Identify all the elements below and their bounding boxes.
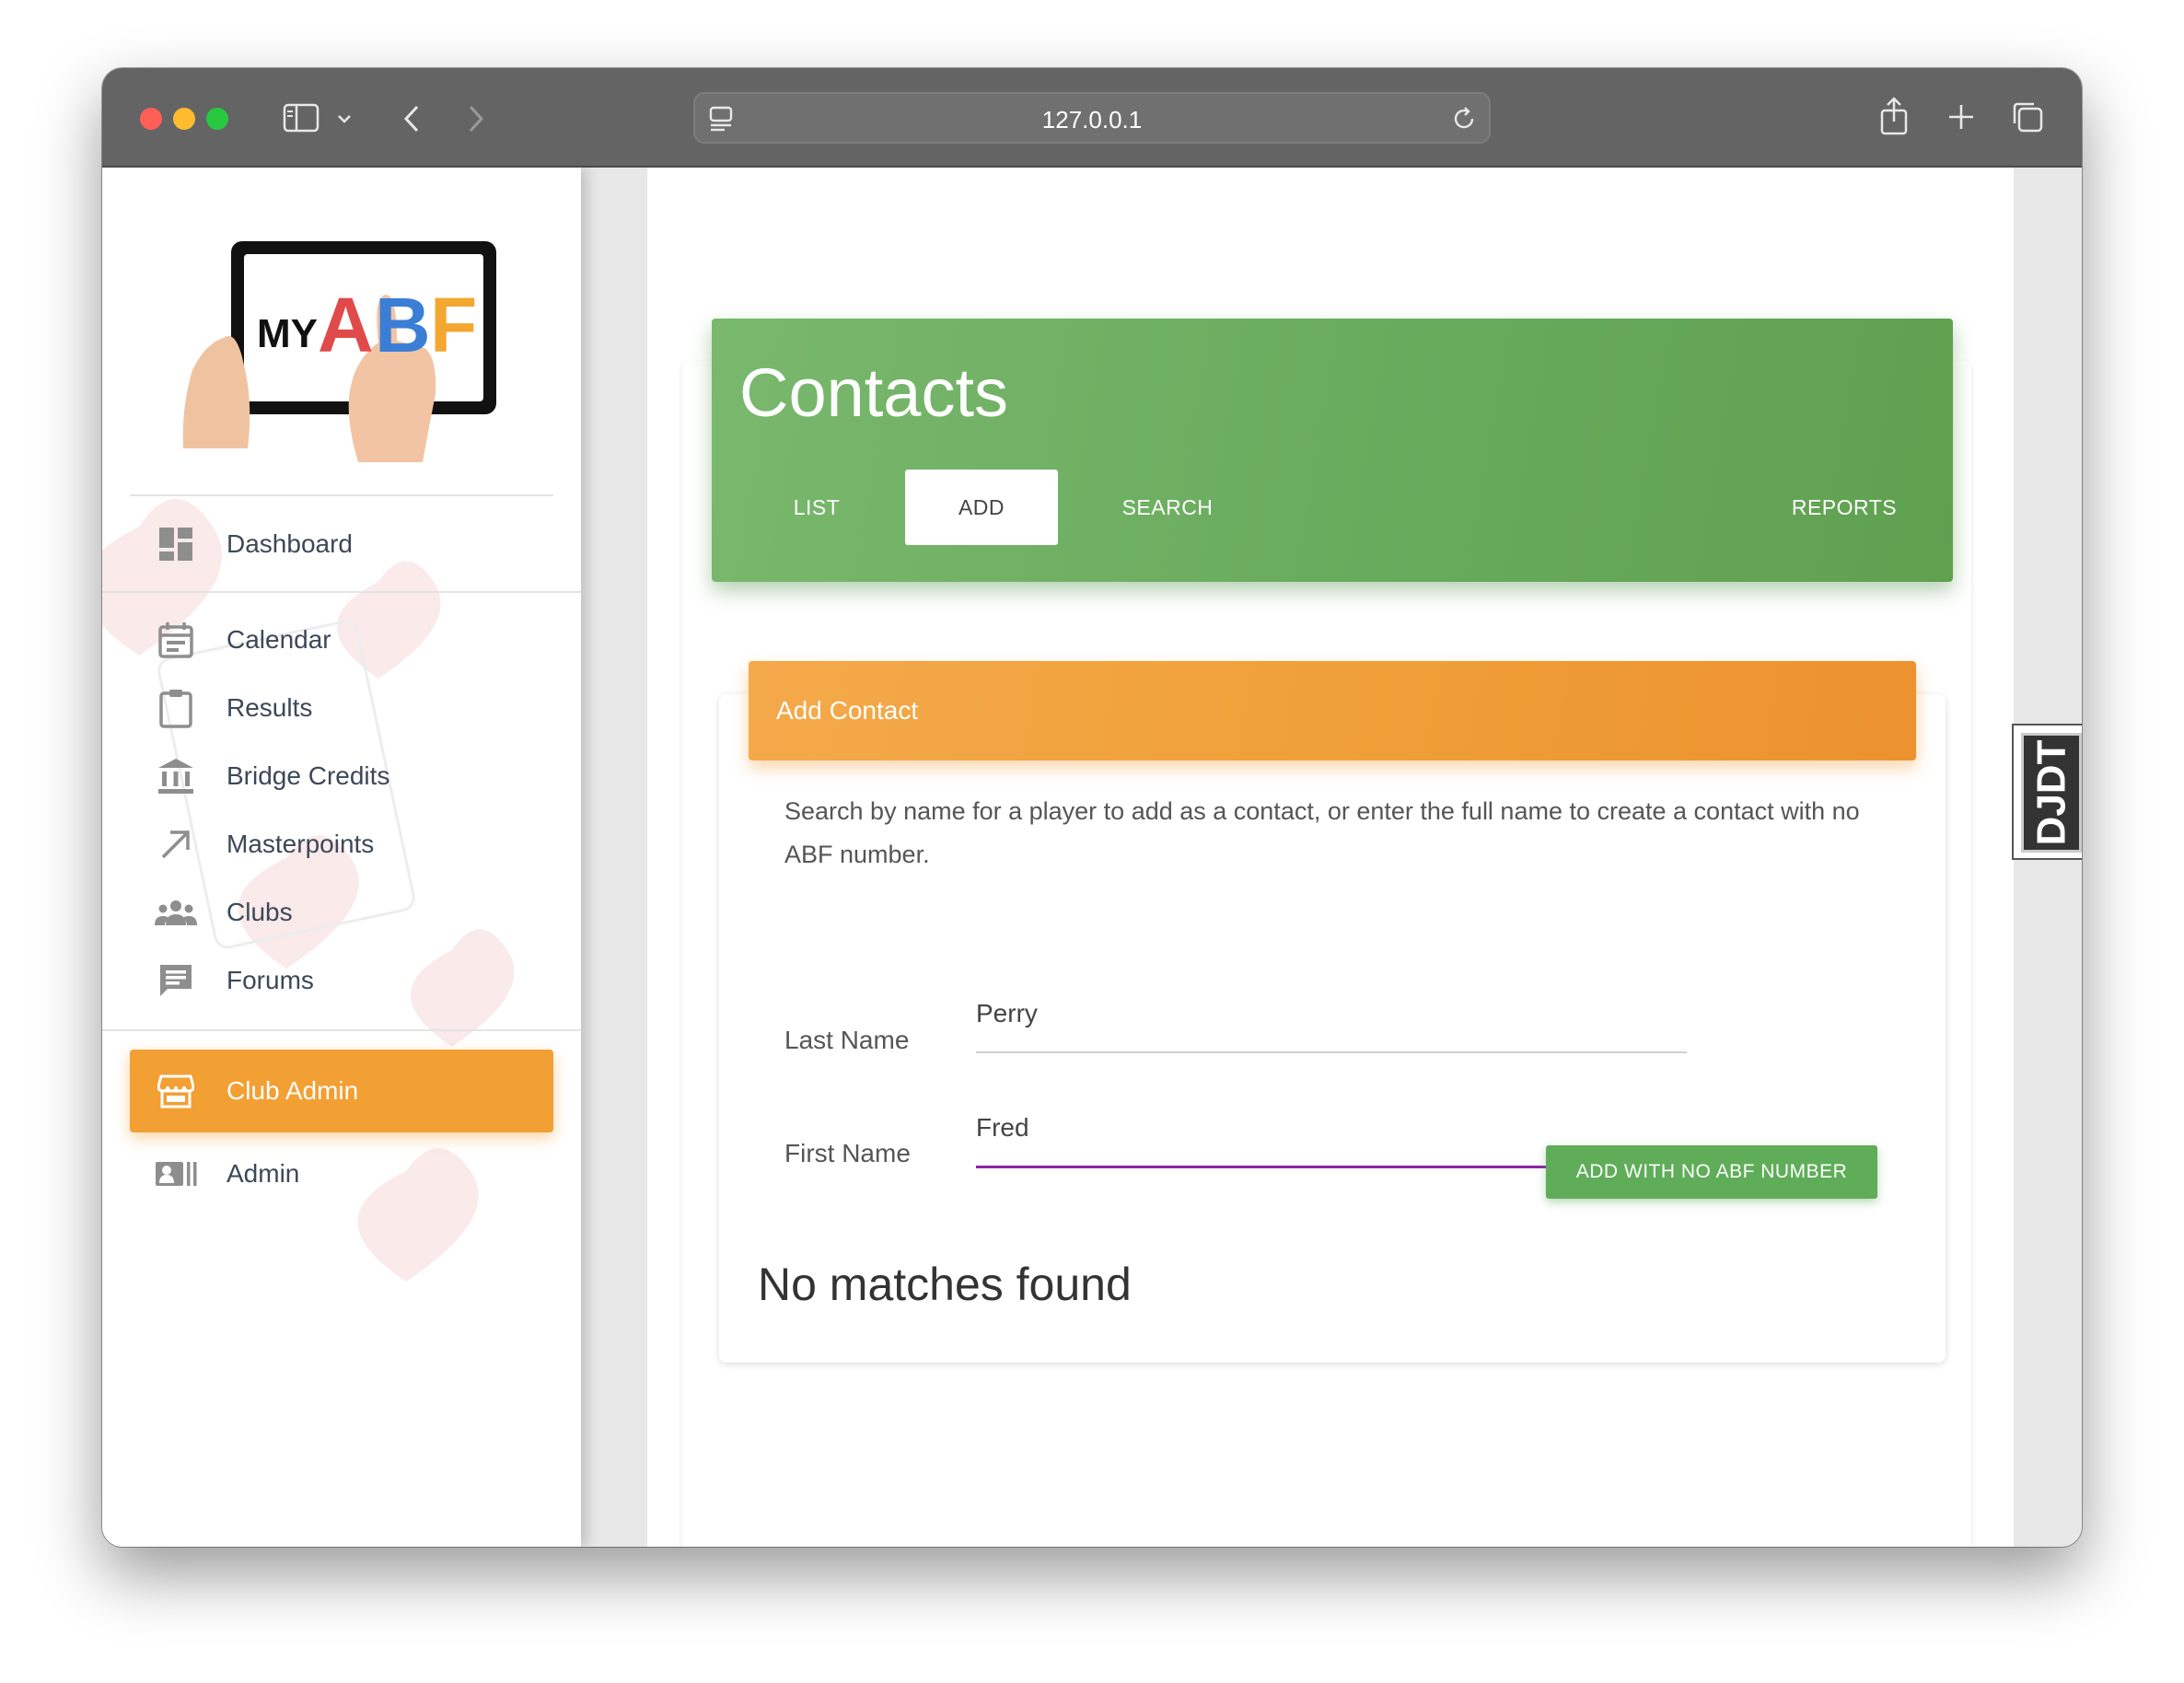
sidebar-item-label: Admin [227, 1159, 300, 1188]
clipboard-icon [153, 685, 199, 731]
page-title: Contacts [739, 354, 1009, 431]
sidebar-item-label: Clubs [227, 898, 293, 926]
close-window-button[interactable] [140, 108, 162, 130]
share-icon[interactable] [1877, 96, 1911, 136]
tab-overview-icon[interactable] [2010, 99, 2045, 134]
logo-my-text: MY [257, 311, 318, 356]
logo-abf-f: F [430, 282, 477, 368]
sidebar-item-dashboard[interactable]: Dashboard [130, 503, 553, 586]
id-card-icon [153, 1151, 199, 1197]
reload-icon[interactable] [1450, 105, 1478, 133]
sidebar: MY A B F Dashboard Calendar Results Brid… [102, 168, 581, 1547]
djdt-label: DJDT [2028, 739, 2074, 846]
sidebar-item-label: Bridge Credits [227, 761, 390, 790]
dashboard-icon [153, 521, 199, 567]
sidebar-item-admin[interactable]: Admin [130, 1132, 553, 1215]
chat-icon [153, 958, 199, 1004]
group-icon [153, 889, 199, 935]
no-matches-message: No matches found [758, 1259, 1132, 1310]
sidebar-separator [102, 591, 581, 593]
address-bar[interactable]: 127.0.0.1 [693, 92, 1491, 144]
new-tab-icon[interactable] [1946, 101, 1977, 133]
last-name-underline [976, 1051, 1687, 1053]
calendar-icon [153, 617, 199, 663]
zoom-window-button[interactable] [206, 108, 228, 130]
form-description: Search by name for a player to add as a … [784, 797, 1860, 868]
trending-arrow-icon [153, 821, 199, 867]
sidebar-item-label: Club Admin [227, 1076, 359, 1105]
django-debug-toolbar-handle[interactable]: DJDT [2012, 724, 2082, 860]
djdt-badge: DJDT [2021, 733, 2082, 853]
sidebar-item-label: Dashboard [227, 529, 353, 558]
sidebar-item-club-admin[interactable]: Club Admin [130, 1050, 553, 1132]
add-with-no-abf-number-button[interactable]: ADD WITH NO ABF NUMBER [1546, 1145, 1877, 1199]
myabf-logo[interactable]: MY A B F [167, 232, 498, 462]
tab-reports[interactable]: REPORTS [1771, 470, 1918, 545]
url-text: 127.0.0.1 [1041, 106, 1143, 133]
logo-abf-b: B [375, 282, 431, 368]
bank-icon [153, 753, 199, 799]
sidebar-toggle-icon[interactable] [283, 103, 319, 133]
tab-add[interactable]: ADD [905, 470, 1058, 545]
forward-arrow-icon[interactable] [465, 103, 487, 134]
storefront-icon [153, 1068, 199, 1114]
contacts-header: Contacts LIST ADD SEARCH REPORTS [712, 319, 1953, 582]
browser-window: 127.0.0.1 MY A B F Dashboard Calendar Re… [102, 68, 2082, 1547]
back-arrow-icon[interactable] [401, 103, 423, 134]
sidebar-item-forums[interactable]: Forums [130, 939, 553, 1022]
sidebar-item-label: Masterpoints [227, 830, 375, 858]
tab-list[interactable]: LIST [767, 470, 866, 545]
sidebar-separator [102, 1029, 581, 1031]
sidebar-item-label: Forums [227, 966, 314, 994]
sidebar-item-label: Calendar [227, 625, 331, 654]
browser-toolbar: 127.0.0.1 [102, 68, 2082, 168]
chevron-down-icon[interactable] [336, 112, 353, 125]
sidebar-separator [130, 494, 553, 496]
minimize-window-button[interactable] [173, 108, 195, 130]
last-name-input[interactable] [976, 989, 1687, 1039]
add-contact-header: Add Contact [749, 661, 1916, 760]
first-name-label: First Name [784, 1139, 911, 1167]
tab-search[interactable]: SEARCH [1098, 470, 1237, 545]
sidebar-item-label: Results [227, 693, 313, 722]
logo-abf-a: A [318, 282, 374, 368]
add-contact-title: Add Contact [776, 696, 919, 725]
last-name-label: Last Name [784, 1026, 910, 1054]
web-page: MY A B F Dashboard Calendar Results Brid… [102, 168, 2082, 1547]
